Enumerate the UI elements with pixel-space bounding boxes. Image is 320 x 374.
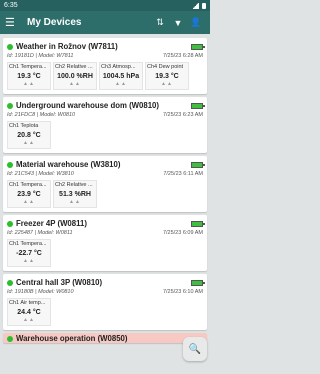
device-list: Weather in Rožnov (W7811) Id: 19181D | M… [0,35,210,343]
alarm-bell-icons: ▲▲ [23,258,35,264]
online-status-icon [7,335,13,342]
channel-value: -22.7 °C [16,250,42,257]
status-time: 6:35 [4,2,18,9]
channel-tile[interactable]: Ch2 Relative ... 100.0 %RH ▲▲ [53,62,97,90]
battery-level-icon [191,220,205,227]
battery-level-icon [191,43,205,50]
channel-tile[interactable]: Ch1 Tempera... -22.7 °C ▲▲ [7,239,51,267]
alarm-bell-icons: ▲▲ [23,199,35,205]
device-timestamp: 7/25/23 6:28 AM [162,53,203,59]
online-status-icon [7,220,13,227]
device-card[interactable]: Weather in Rožnov (W7811) Id: 19181D | M… [3,38,207,94]
menu-icon[interactable]: ☰ [5,16,27,29]
page-title: My Devices [27,17,82,28]
device-card[interactable]: Freezer 4P (W0811) Id: 225487 | Model: W… [3,215,207,271]
channel-value: 20.8 °C [17,132,41,139]
alarm-bell-icons: ▲▲ [23,317,35,323]
battery-level-icon [191,279,205,286]
channel-value: 19.3 °C [155,73,179,80]
device-id-model: Id: 19180B | Model: W0810 [7,289,74,295]
channel-label: Ch1 Tempera... [9,64,47,70]
device-timestamp: 7/25/23 6:11 AM [163,171,203,177]
channel-tile[interactable]: Ch1 Air temp... 24.4 °C ▲▲ [7,298,51,326]
channel-label: Ch1 Air temp... [9,300,46,306]
channel-value: 24.4 °C [17,309,41,316]
online-status-icon [7,279,13,286]
channel-label: Ch1 Teplota [9,123,39,129]
device-card-alarm[interactable]: Warehouse operation (W0850) [3,333,207,343]
online-status-icon [7,161,13,168]
channel-label: Ch4 Dew point [147,64,184,70]
alarm-bell-icons: ▲▲ [69,81,81,87]
channel-label: Ch1 Tempera... [9,182,47,188]
alarm-bell-icons: ▲▲ [23,81,35,87]
signal-icon [192,2,199,9]
channel-row: Ch1 Tempera... 19.3 °C ▲▲ Ch2 Relative .… [7,62,203,90]
status-icons [192,2,206,9]
device-name: Weather in Rožnov (W7811) [16,42,118,51]
account-icon[interactable]: 👤 [187,17,205,28]
device-id-model: Id: 21C543 | Model: W3810 [7,171,74,177]
battery-icon [202,2,206,9]
device-name: Underground warehouse dom (W0810) [16,101,159,110]
channel-row: Ch1 Air temp... 24.4 °C ▲▲ [7,298,203,326]
channel-value: 1004.5 hPa [102,73,140,80]
search-fab[interactable]: 🔍 [183,337,207,361]
device-timestamp: 7/25/23 6:10 AM [162,289,203,295]
channel-label: Ch3 Atmosp... [101,64,136,70]
channel-tile[interactable]: Ch2 Relative ... 51.3 %RH ▲▲ [53,180,97,208]
device-card[interactable]: Material warehouse (W3810) Id: 21C543 | … [3,156,207,212]
device-timestamp: 7/25/23 6:09 AM [162,230,203,236]
app-bar: ☰ My Devices ⇅ ▼ 👤 [0,11,210,34]
status-bar: 6:35 [0,0,210,11]
channel-tile[interactable]: Ch1 Teplota 20.8 °C ▲▲ [7,121,51,149]
filter-icon[interactable]: ▼ [169,18,187,28]
channel-tile[interactable]: Ch1 Tempera... 19.3 °C ▲▲ [7,62,51,90]
battery-level-icon [191,161,205,168]
sort-icon[interactable]: ⇅ [151,17,169,28]
device-timestamp: 7/25/23 6:23 AM [162,112,203,118]
device-name: Warehouse operation (W0850) [16,334,128,343]
device-name: Freezer 4P (W0811) [16,219,87,228]
device-id-model: Id: 21FDC8 | Model: W0810 [7,112,76,118]
alarm-bell-icons: ▲▲ [23,140,35,146]
alarm-bell-icons: ▲▲ [161,81,173,87]
device-card[interactable]: Central hall 3P (W0810) Id: 19180B | Mod… [3,274,207,330]
channel-tile[interactable]: Ch3 Atmosp... 1004.5 hPa ▲▲ [99,62,143,90]
device-id-model: Id: 19181D | Model: W7811 [7,53,74,59]
device-name: Material warehouse (W3810) [16,160,121,169]
device-card[interactable]: Underground warehouse dom (W0810) Id: 21… [3,97,207,153]
channel-value: 51.3 %RH [59,191,91,198]
online-status-icon [7,102,13,109]
channel-row: Ch1 Tempera... -22.7 °C ▲▲ [7,239,203,267]
battery-level-icon [191,102,205,109]
channel-label: Ch2 Relative ... [55,182,93,188]
search-icon: 🔍 [188,343,202,355]
alarm-bell-icons: ▲▲ [115,81,127,87]
channel-tile[interactable]: Ch4 Dew point 19.3 °C ▲▲ [145,62,189,90]
channel-tile[interactable]: Ch1 Tempera... 23.9 °C ▲▲ [7,180,51,208]
device-name: Central hall 3P (W0810) [16,278,103,287]
channel-value: 23.9 °C [17,191,41,198]
channel-value: 19.3 °C [17,73,41,80]
channel-row: Ch1 Teplota 20.8 °C ▲▲ [7,121,203,149]
channel-row: Ch1 Tempera... 23.9 °C ▲▲ Ch2 Relative .… [7,180,203,208]
channel-label: Ch2 Relative ... [55,64,93,70]
device-id-model: Id: 225487 | Model: W0811 [7,230,73,236]
channel-value: 100.0 %RH [57,73,93,80]
alarm-bell-icons: ▲▲ [69,199,81,205]
online-status-icon [7,43,13,50]
channel-label: Ch1 Tempera... [9,241,47,247]
